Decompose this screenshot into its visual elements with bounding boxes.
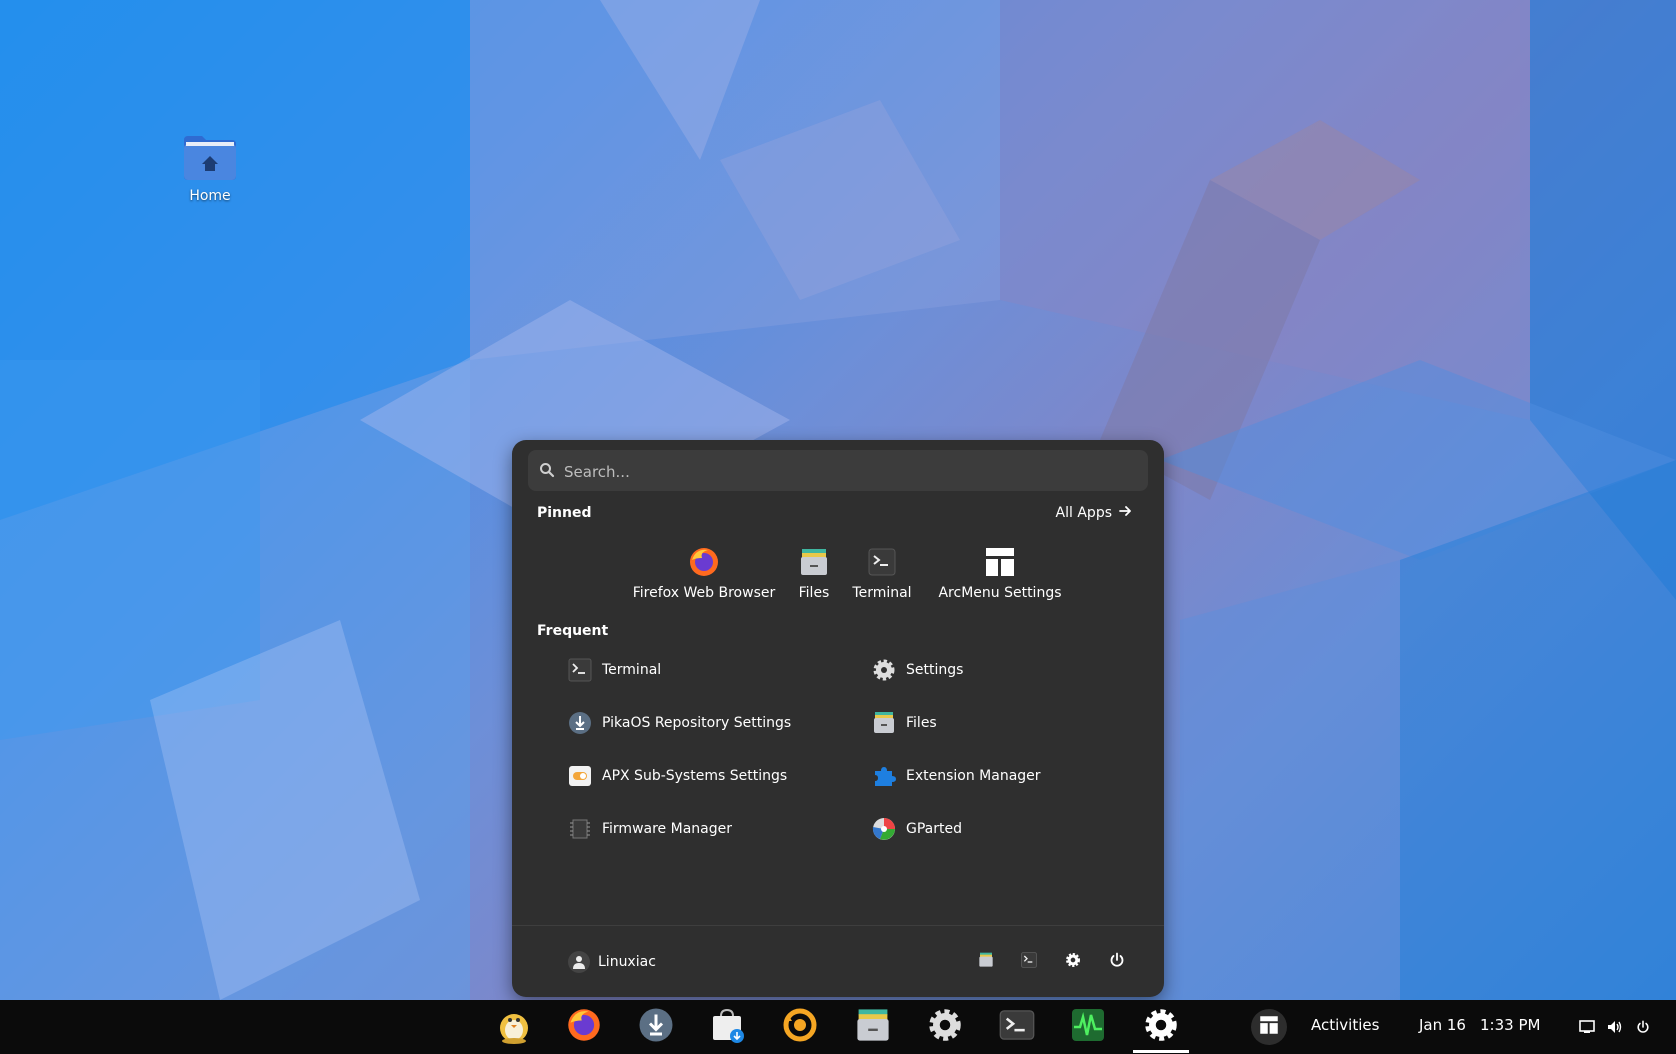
frequent-item-firmware[interactable]: Firmware Manager <box>568 817 732 841</box>
frequent-item-label: Files <box>906 715 937 731</box>
taskbar-software-store[interactable] <box>708 1007 748 1047</box>
firefox-icon <box>566 1007 602 1047</box>
footer-terminal-button[interactable] <box>1017 950 1041 974</box>
gear-icon <box>1143 1007 1179 1047</box>
search-box[interactable] <box>528 450 1148 493</box>
footer-files-button[interactable] <box>974 950 998 974</box>
toggle-icon <box>568 764 592 788</box>
files-icon <box>978 952 994 972</box>
pinned-item-label: Files <box>798 585 830 601</box>
pinned-item-files[interactable]: Files <box>776 545 852 601</box>
taskbar-terminal[interactable] <box>997 1007 1037 1047</box>
gear-icon <box>927 1007 963 1047</box>
store-bag-icon <box>710 1007 746 1047</box>
download-icon <box>638 1007 674 1047</box>
frequent-item-label: GParted <box>906 821 962 837</box>
pinned-item-label: ArcMenu Settings <box>938 585 1062 601</box>
clock-date[interactable]: Jan 16 <box>1419 1016 1466 1034</box>
taskbar-gnome-settings-active[interactable] <box>1141 1007 1181 1047</box>
arrow-right-icon <box>1118 504 1132 522</box>
arcmenu-panel: Pinned All Apps Firefox Web Browser File… <box>512 440 1164 997</box>
all-apps-button[interactable]: All Apps <box>1056 504 1132 522</box>
frequent-item-label: APX Sub-Systems Settings <box>602 768 788 784</box>
user-icon <box>568 951 590 973</box>
volume-icon[interactable] <box>1606 1018 1624 1036</box>
activities-button[interactable]: Activities <box>1311 1016 1379 1034</box>
frequent-item-settings[interactable]: Settings <box>872 658 963 682</box>
gear-icon <box>872 658 896 682</box>
frequent-title: Frequent <box>537 623 609 639</box>
frequent-item-label: Extension Manager <box>906 768 1041 784</box>
taskbar-files[interactable] <box>853 1007 893 1047</box>
update-cycle-icon <box>782 1007 818 1047</box>
search-input[interactable] <box>562 450 1126 493</box>
user-name: Linuxiac <box>598 954 656 970</box>
arcmenu-icon <box>1259 1015 1279 1039</box>
user-account-button[interactable]: Linuxiac <box>568 951 656 973</box>
clock-time[interactable]: 1:33 PM <box>1480 1016 1540 1034</box>
taskbar-firefox[interactable] <box>564 1007 604 1047</box>
footer-power-button[interactable] <box>1105 950 1129 974</box>
pinned-item-label: Firefox Web Browser <box>632 585 776 601</box>
pinned-item-label: Terminal <box>852 585 912 601</box>
pinned-item-firefox[interactable]: Firefox Web Browser <box>632 545 776 601</box>
all-apps-label: All Apps <box>1055 505 1112 521</box>
chip-icon <box>568 817 592 841</box>
power-menu-icon[interactable] <box>1634 1018 1652 1036</box>
terminal-icon <box>999 1007 1035 1047</box>
pinned-item-terminal[interactable]: Terminal <box>842 545 922 601</box>
files-icon <box>855 1007 891 1047</box>
frequent-item-terminal[interactable]: Terminal <box>568 658 661 682</box>
arcmenu-button[interactable] <box>1251 1009 1287 1045</box>
taskbar-pikaos-app[interactable] <box>494 1007 534 1047</box>
desktop-home-label: Home <box>189 188 231 204</box>
frequent-item-label: Firmware Manager <box>602 821 732 837</box>
frequent-item-gparted[interactable]: GParted <box>872 817 962 841</box>
folder-home-icon <box>182 134 238 180</box>
frequent-item-pikaos-repo[interactable]: PikaOS Repository Settings <box>568 711 791 735</box>
arcmenu-icon <box>912 545 1088 579</box>
gear-icon <box>1065 952 1081 972</box>
network-icon[interactable] <box>1578 1018 1596 1036</box>
frequent-item-files[interactable]: Files <box>872 711 937 735</box>
gparted-icon <box>872 817 896 841</box>
desktop-home-folder[interactable]: Home <box>160 134 260 204</box>
activity-monitor-icon <box>1070 1007 1106 1047</box>
taskbar-settings[interactable] <box>925 1007 965 1047</box>
pinned-title: Pinned <box>537 505 592 521</box>
download-icon <box>568 711 592 735</box>
frequent-item-label: Terminal <box>602 662 662 678</box>
taskbar: Activities Jan 16 1:33 PM <box>0 1000 1676 1054</box>
frequent-item-extension-manager[interactable]: Extension Manager <box>872 764 1041 788</box>
taskbar-system-monitor[interactable] <box>1068 1007 1108 1047</box>
taskbar-pikaos-repo[interactable] <box>636 1007 676 1047</box>
files-icon <box>776 545 852 579</box>
frequent-item-label: PikaOS Repository Settings <box>602 715 792 731</box>
pinned-item-arcmenu-settings[interactable]: ArcMenu Settings <box>912 545 1088 601</box>
terminal-icon <box>568 658 592 682</box>
terminal-icon <box>1021 952 1037 972</box>
terminal-icon <box>842 545 922 579</box>
firefox-icon <box>632 545 776 579</box>
footer-divider <box>512 925 1164 926</box>
active-app-indicator <box>1133 1050 1189 1053</box>
taskbar-update-manager[interactable] <box>780 1007 820 1047</box>
search-icon <box>539 462 555 482</box>
frequent-item-apx[interactable]: APX Sub-Systems Settings <box>568 764 787 788</box>
files-icon <box>872 711 896 735</box>
power-icon <box>1109 952 1125 972</box>
puzzle-icon <box>872 764 896 788</box>
frequent-item-label: Settings <box>906 662 964 678</box>
pikaos-penguin-icon <box>496 1006 532 1048</box>
footer-settings-button[interactable] <box>1061 950 1085 974</box>
